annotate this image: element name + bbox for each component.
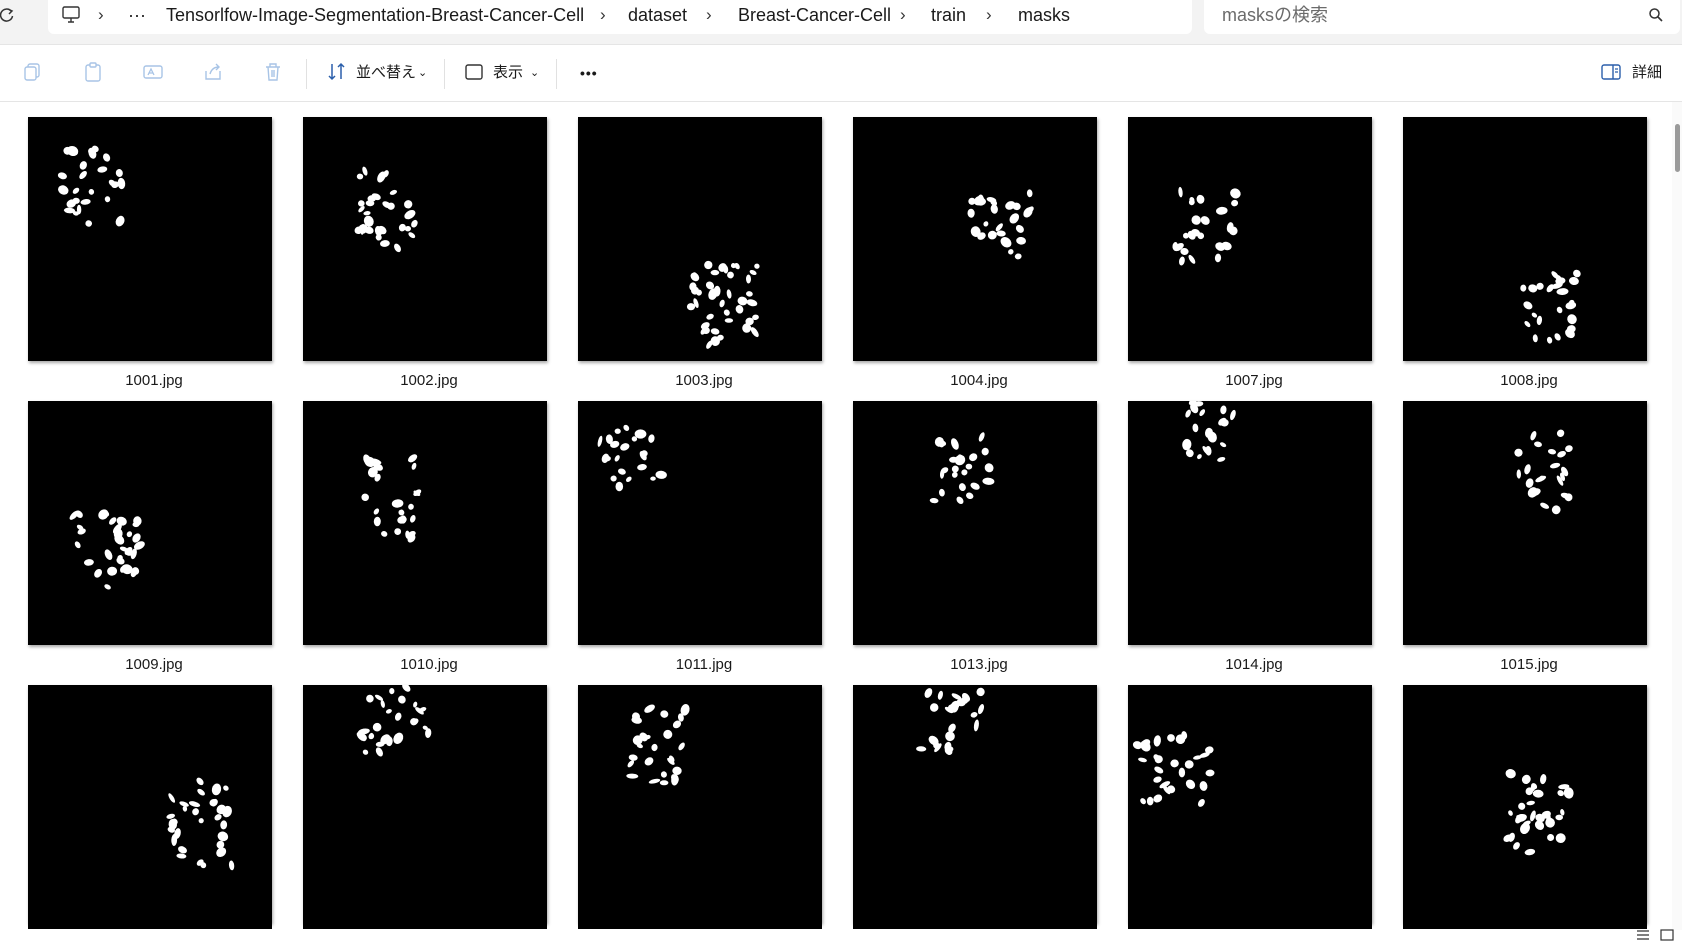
- file-tile[interactable]: [28, 685, 273, 930]
- mask-thumbnail[interactable]: [1403, 685, 1647, 929]
- large-icons-view-icon[interactable]: [1660, 928, 1674, 941]
- mask-thumbnail[interactable]: [28, 401, 272, 645]
- mask-thumbnail[interactable]: [28, 117, 272, 361]
- address-bar[interactable]: › ··· Tensorlfow-Image-Segmentation-Brea…: [48, 0, 1192, 34]
- file-tile[interactable]: 1015.jpg: [1403, 401, 1648, 673]
- file-tile[interactable]: [578, 685, 823, 930]
- sort-icon[interactable]: [326, 61, 350, 85]
- file-name: 1010.jpg: [400, 656, 458, 673]
- file-tile[interactable]: [853, 685, 1098, 930]
- mask-thumbnail[interactable]: [853, 685, 1097, 929]
- command-divider: [556, 59, 557, 89]
- details-view-icon[interactable]: [1636, 928, 1650, 940]
- scrollbar-thumb[interactable]: [1675, 124, 1680, 172]
- details-pane-icon[interactable]: [1600, 61, 1624, 85]
- file-tile[interactable]: [1128, 685, 1373, 930]
- mask-thumbnail[interactable]: [853, 401, 1097, 645]
- file-tile[interactable]: [1403, 685, 1648, 930]
- command-bar: 並べ替え ⌄ 表示 ⌄ ••• 詳細: [0, 45, 1682, 102]
- details-button[interactable]: 詳細: [1632, 61, 1662, 85]
- chevron-down-icon[interactable]: ⌄: [530, 61, 539, 85]
- mask-thumbnail[interactable]: [1403, 117, 1647, 361]
- file-name: 1003.jpg: [675, 372, 733, 389]
- file-grid: 1001.jpg 1002.jpg 1003.jpg 1004.jpg 1007.jpg…: [0, 102, 1668, 930]
- file-name: 1007.jpg: [1225, 372, 1283, 389]
- file-tile[interactable]: 1011.jpg: [578, 401, 823, 673]
- sort-button[interactable]: 並べ替え: [356, 61, 416, 85]
- mask-thumbnail[interactable]: [578, 117, 822, 361]
- file-tile[interactable]: 1003.jpg: [578, 117, 823, 389]
- file-tile[interactable]: 1014.jpg: [1128, 401, 1373, 673]
- file-name: 1015.jpg: [1500, 656, 1558, 673]
- file-name: 1002.jpg: [400, 372, 458, 389]
- mask-thumbnail[interactable]: [1403, 401, 1647, 645]
- file-tile[interactable]: 1004.jpg: [853, 117, 1098, 389]
- search-box[interactable]: masksの検索: [1204, 0, 1680, 34]
- file-name: 1013.jpg: [950, 656, 1008, 673]
- breadcrumb-separator-icon: ›: [900, 5, 906, 24]
- breadcrumb-separator-icon: ›: [986, 5, 992, 24]
- file-name: 1009.jpg: [125, 656, 183, 673]
- computer-icon[interactable]: [60, 4, 84, 28]
- status-bar: [0, 930, 1682, 942]
- file-tile[interactable]: 1002.jpg: [303, 117, 548, 389]
- breadcrumb-item[interactable]: Tensorlfow-Image-Segmentation-Breast-Can…: [166, 3, 584, 27]
- breadcrumb-item[interactable]: train: [931, 3, 966, 27]
- paste-icon[interactable]: [82, 61, 106, 85]
- breadcrumb-separator-icon: ›: [98, 5, 104, 24]
- mask-thumbnail[interactable]: [303, 685, 547, 929]
- mask-thumbnail[interactable]: [28, 685, 272, 929]
- file-tile[interactable]: [303, 685, 548, 930]
- mask-thumbnail[interactable]: [578, 685, 822, 929]
- file-name: 1014.jpg: [1225, 656, 1283, 673]
- delete-icon[interactable]: [262, 61, 286, 85]
- more-options-button[interactable]: •••: [580, 61, 598, 85]
- file-tile[interactable]: 1001.jpg: [28, 117, 273, 389]
- mask-thumbnail[interactable]: [853, 117, 1097, 361]
- file-tile[interactable]: 1010.jpg: [303, 401, 548, 673]
- breadcrumb-separator-icon: ›: [706, 5, 712, 24]
- mask-thumbnail[interactable]: [303, 117, 547, 361]
- mask-thumbnail[interactable]: [1128, 685, 1372, 929]
- breadcrumb-separator-icon: ›: [600, 5, 606, 24]
- breadcrumb-item-current[interactable]: masks: [1018, 3, 1070, 27]
- breadcrumb-item[interactable]: dataset: [628, 3, 687, 27]
- file-tile[interactable]: 1008.jpg: [1403, 117, 1648, 389]
- file-name: 1004.jpg: [950, 372, 1008, 389]
- rename-icon[interactable]: [142, 61, 166, 85]
- mask-thumbnail[interactable]: [1128, 117, 1372, 361]
- share-icon[interactable]: [202, 61, 226, 85]
- command-divider: [444, 59, 445, 89]
- file-tile[interactable]: 1009.jpg: [28, 401, 273, 673]
- refresh-icon[interactable]: [0, 6, 16, 30]
- mask-thumbnail[interactable]: [1128, 401, 1372, 645]
- file-name: 1001.jpg: [125, 372, 183, 389]
- mask-thumbnail[interactable]: [303, 401, 547, 645]
- vertical-scrollbar[interactable]: [1672, 102, 1682, 930]
- view-icon[interactable]: [463, 61, 487, 85]
- breadcrumb-overflow-button[interactable]: ···: [128, 3, 146, 27]
- file-tile[interactable]: 1007.jpg: [1128, 117, 1373, 389]
- search-icon[interactable]: [1648, 7, 1666, 25]
- mask-thumbnail[interactable]: [578, 401, 822, 645]
- address-bar-row: › ··· Tensorlfow-Image-Segmentation-Brea…: [0, 0, 1682, 45]
- file-name: 1008.jpg: [1500, 372, 1558, 389]
- view-button[interactable]: 表示: [493, 61, 523, 85]
- command-divider: [306, 59, 307, 89]
- file-tile[interactable]: 1013.jpg: [853, 401, 1098, 673]
- copy-icon[interactable]: [22, 61, 46, 85]
- breadcrumb-item[interactable]: Breast-Cancer-Cell: [738, 3, 891, 27]
- chevron-down-icon[interactable]: ⌄: [418, 61, 427, 85]
- file-name: 1011.jpg: [675, 656, 733, 673]
- search-input[interactable]: masksの検索: [1222, 3, 1328, 27]
